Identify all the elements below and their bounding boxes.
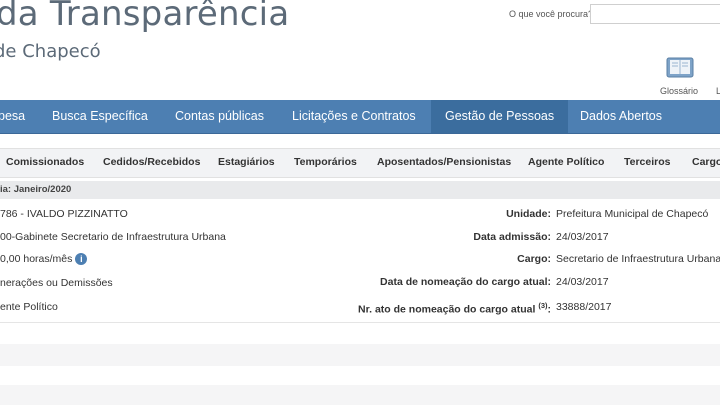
sub-nav: Comissionados Cedidos/Recebidos Estagiár…: [0, 148, 720, 178]
nav-item-licitacoes-contratos[interactable]: Licitações e Contratos: [292, 100, 416, 133]
nav-item-despesa[interactable]: pesa: [0, 100, 25, 133]
glossary-extra-link[interactable]: L: [716, 86, 720, 96]
nav-item-gestao-pessoas[interactable]: Gestão de Pessoas: [431, 100, 569, 133]
subnav-item-estagiarios[interactable]: Estagiários: [218, 156, 275, 168]
info-icon[interactable]: i: [75, 253, 88, 266]
employee-lotacao: 00-Gabinete Secretario de Infraestrutura…: [0, 231, 226, 243]
search-label: O que você procura?: [509, 9, 594, 19]
value-data-admissao: 24/03/2017: [556, 231, 609, 243]
value-unidade: Prefeitura Municipal de Chapecó: [556, 208, 709, 220]
value-cargo: Secretario de Infraestrutura Urbana: [556, 253, 720, 265]
label-cargo: Cargo:: [517, 253, 551, 265]
subnav-item-agente-politico[interactable]: Agente Político: [528, 156, 604, 168]
divider: [0, 322, 720, 323]
nav-item-busca-especifica[interactable]: Busca Específica: [52, 100, 148, 133]
book-icon[interactable]: [666, 57, 694, 79]
footnote-ref: (3): [538, 301, 548, 310]
reference-bar: ia: Janeiro/2020: [0, 181, 720, 199]
main-nav: pesa Busca Específica Contas públicas Li…: [0, 100, 720, 134]
value-data-nomeacao: 24/03/2017: [556, 276, 609, 288]
glossary-link[interactable]: Glossário: [660, 86, 698, 96]
employee-carga-horaria: 0,00 horas/mês i: [0, 253, 88, 266]
subnav-item-temporarios[interactable]: Temporários: [294, 156, 357, 168]
subnav-item-terceiros[interactable]: Terceiros: [624, 156, 671, 168]
subnav-item-cargo[interactable]: Cargo: [692, 156, 720, 168]
nav-item-dados-abertos[interactable]: Dados Abertos: [580, 100, 662, 133]
label-unidade: Unidade:: [506, 208, 551, 220]
search-input[interactable]: [590, 4, 720, 24]
subnav-item-comissionados[interactable]: Comissionados: [6, 156, 84, 168]
employee-vinculo: ente Político: [0, 301, 58, 313]
reference-label: ia: Janeiro/2020: [0, 184, 72, 195]
employee-name: 786 - IVALDO PIZZINATTO: [0, 208, 128, 220]
employee-exoneracoes: nerações ou Demissões: [0, 277, 113, 289]
carga-horaria-value: 0,00 horas/mês: [0, 253, 73, 265]
nr-ato-label-text: Nr. ato de nomeação do cargo atual: [358, 303, 536, 316]
subnav-item-cedidos-recebidos[interactable]: Cedidos/Recebidos: [103, 156, 200, 168]
subnav-item-aposentados-pensionistas[interactable]: Aposentados/Pensionistas: [377, 156, 511, 168]
nav-item-contas-publicas[interactable]: Contas públicas: [175, 100, 264, 133]
value-nr-ato-nomeacao: 33888/2017: [556, 301, 612, 313]
empty-band: [0, 385, 720, 405]
label-nr-ato-nomeacao: Nr. ato de nomeação do cargo atual (3):: [358, 301, 551, 316]
portal-title: da Transparência: [0, 0, 290, 34]
portal-subtitle: de Chapecó: [0, 41, 101, 62]
nr-ato-label-colon: :: [547, 303, 552, 316]
empty-band: [0, 344, 720, 366]
label-data-admissao: Data admissão:: [473, 231, 551, 243]
label-data-nomeacao: Data de nomeação do cargo atual:: [380, 276, 551, 288]
